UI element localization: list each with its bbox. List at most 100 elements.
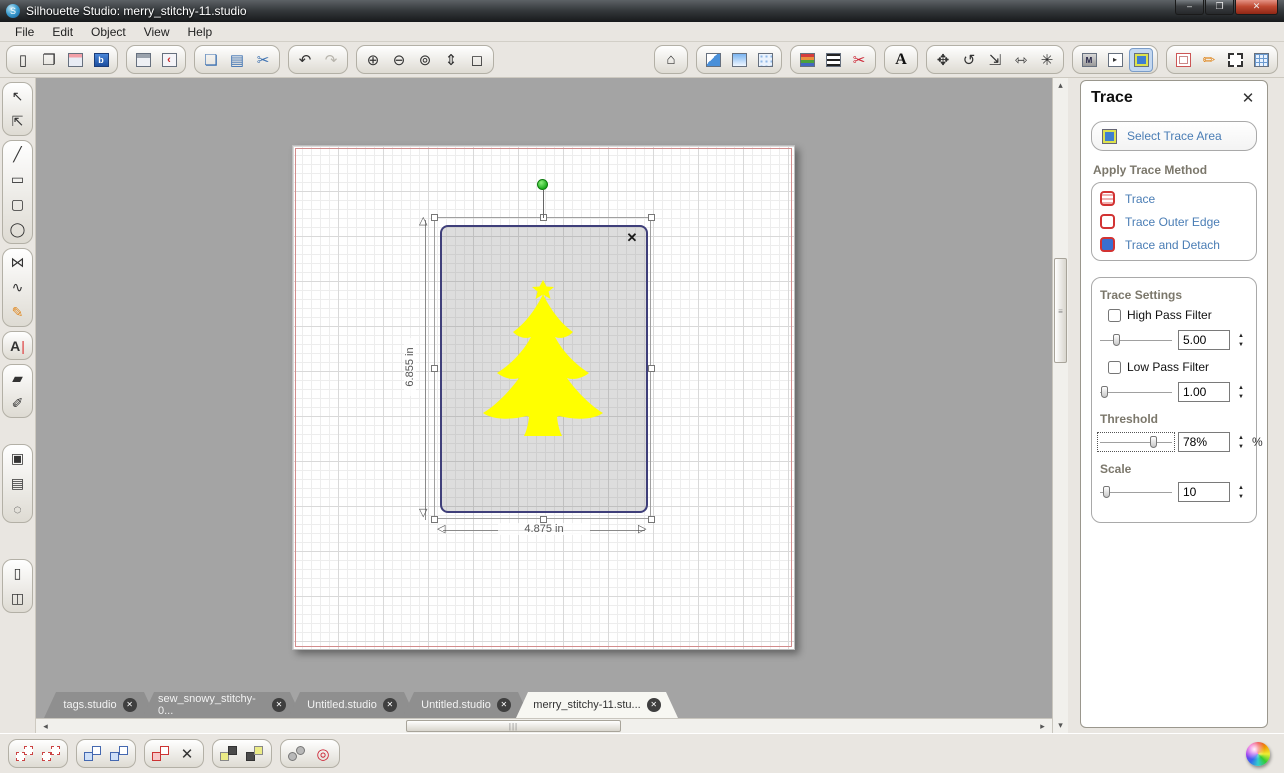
restore-button[interactable]: ❐ (1205, 0, 1234, 15)
high-pass-value-input[interactable] (1178, 330, 1230, 350)
shape-select-tool[interactable]: ▣ (5, 447, 30, 470)
menu-file[interactable]: File (6, 23, 43, 41)
scale-value-input[interactable] (1178, 482, 1230, 502)
selection-handle[interactable] (431, 365, 438, 372)
release-compound-path-button[interactable] (107, 742, 131, 766)
slider-thumb[interactable] (1103, 486, 1110, 498)
show-grid-button[interactable] (1249, 48, 1273, 72)
tab-close-icon[interactable]: ✕ (123, 698, 137, 712)
menu-view[interactable]: View (135, 23, 179, 41)
cut-button[interactable]: ✂ (251, 48, 275, 72)
selection-handle[interactable] (431, 516, 438, 523)
freehand-tool[interactable]: ✎ (5, 301, 30, 324)
cut-style-button[interactable]: ✂ (847, 48, 871, 72)
trace-area[interactable]: ✕ (440, 225, 648, 513)
ellipse-tool[interactable]: ◯ (5, 218, 30, 241)
selection-handle[interactable] (648, 214, 655, 221)
save-button[interactable] (63, 48, 87, 72)
trace-area-close-icon[interactable]: ✕ (624, 230, 640, 246)
trace-method-and-detach[interactable]: Trace and Detach (1100, 233, 1248, 256)
menu-edit[interactable]: Edit (43, 23, 82, 41)
low-pass-slider[interactable] (1100, 385, 1172, 399)
select-tool[interactable]: ↖ (5, 85, 30, 108)
open-button[interactable]: ❐ (37, 48, 61, 72)
page-view-split[interactable]: ◫ (5, 587, 30, 610)
selection-handle[interactable] (648, 516, 655, 523)
copy-button[interactable]: ❏ (199, 48, 223, 72)
high-pass-slider[interactable] (1100, 333, 1172, 347)
lasso-select-tool[interactable]: ◌ (5, 497, 30, 520)
color-wheel-icon[interactable] (1246, 742, 1270, 766)
zoom-in-button[interactable]: ⊕ (361, 48, 385, 72)
trace-method-outer-edge[interactable]: Trace Outer Edge (1100, 210, 1248, 233)
align-button[interactable]: ⇿ (1009, 48, 1033, 72)
ungroup-button[interactable] (39, 742, 63, 766)
tab-close-icon[interactable]: ✕ (383, 698, 397, 712)
bring-to-front-button[interactable] (217, 742, 241, 766)
line-tool[interactable]: ╱ (5, 143, 30, 166)
cut-border-button[interactable] (1223, 48, 1247, 72)
line-style-button[interactable] (821, 48, 845, 72)
page-settings-button[interactable]: ▸ (1103, 48, 1127, 72)
close-button[interactable]: ✕ (1235, 0, 1278, 15)
scale-button[interactable]: ⇲ (983, 48, 1007, 72)
registration-marks-button[interactable] (1171, 48, 1195, 72)
tab-sew-snowy-stitchy[interactable]: sew_snowy_stitchy-0... ✕ (142, 692, 302, 718)
spin-down-icon[interactable]: ▼ (1236, 342, 1246, 348)
make-compound-path-button[interactable] (81, 742, 105, 766)
home-button[interactable]: ⌂ (659, 48, 683, 72)
high-pass-filter-checkbox[interactable] (1108, 308, 1121, 322)
fit-to-page-button[interactable]: ◻ (465, 48, 489, 72)
tab-untitled-2[interactable]: Untitled.studio ✕ (402, 692, 530, 718)
selection-handle[interactable] (540, 516, 547, 523)
paste-button[interactable]: ▤ (225, 48, 249, 72)
curve-tool[interactable]: ∿ (5, 276, 30, 299)
zoom-out-button[interactable]: ⊖ (387, 48, 411, 72)
trace-panel-close-icon[interactable]: ✕ (1239, 89, 1257, 107)
rotation-handle[interactable] (537, 179, 548, 190)
fill-color-button[interactable] (701, 48, 725, 72)
text-tool[interactable]: A (5, 334, 30, 357)
tab-untitled-1[interactable]: Untitled.studio ✕ (288, 692, 416, 718)
scroll-down-icon[interactable]: ▾ (1053, 718, 1068, 733)
vertical-scrollbar[interactable]: ▴ ▾ ≡ (1052, 78, 1068, 733)
modify-button[interactable]: ✳ (1035, 48, 1059, 72)
notes-tool[interactable]: ▤ (5, 472, 30, 495)
eraser-tool[interactable]: ▰ (5, 367, 30, 390)
send-to-silhouette-button[interactable]: ‹ (157, 48, 181, 72)
scroll-left-icon[interactable]: ◂ (38, 719, 53, 733)
send-to-back-button[interactable] (243, 742, 267, 766)
scroll-up-icon[interactable]: ▴ (1053, 78, 1068, 93)
spin-up-icon[interactable]: ▲ (1236, 385, 1246, 391)
spin-up-icon[interactable]: ▲ (1236, 333, 1246, 339)
rotate-button[interactable]: ↺ (957, 48, 981, 72)
scale-slider[interactable] (1100, 485, 1172, 499)
slider-thumb[interactable] (1113, 334, 1120, 346)
rounded-rectangle-tool[interactable]: ▢ (5, 193, 30, 216)
new-document-button[interactable]: ▯ (11, 48, 35, 72)
horizontal-scroll-thumb[interactable]: ||| (406, 720, 621, 732)
print-button[interactable] (131, 48, 155, 72)
tab-close-icon[interactable]: ✕ (497, 698, 511, 712)
line-color-button[interactable] (795, 48, 819, 72)
tab-tags-studio[interactable]: tags.studio ✕ (44, 692, 156, 718)
selection-handle[interactable] (431, 214, 438, 221)
spin-up-icon[interactable]: ▲ (1236, 435, 1246, 441)
edit-points-tool[interactable]: ⇱ (5, 110, 30, 133)
christmas-tree-image[interactable] (480, 279, 608, 439)
selection-handle[interactable] (648, 365, 655, 372)
redo-button[interactable]: ↷ (319, 48, 343, 72)
save-to-library-button[interactable]: b (89, 48, 113, 72)
trace-method-trace[interactable]: Trace (1100, 187, 1248, 210)
select-trace-area-button[interactable]: Select Trace Area (1091, 121, 1257, 151)
group-button[interactable] (13, 742, 37, 766)
polygon-tool[interactable]: ⋈ (5, 251, 30, 274)
horizontal-scrollbar[interactable]: ◂ ▸ ||| (36, 718, 1052, 733)
page-view-single[interactable]: ▯ (5, 562, 30, 585)
spin-up-icon[interactable]: ▲ (1236, 485, 1246, 491)
undo-button[interactable]: ↶ (293, 48, 317, 72)
fill-pattern-button[interactable] (753, 48, 777, 72)
weld-button[interactable] (285, 742, 309, 766)
minimize-button[interactable]: – (1175, 0, 1204, 15)
low-pass-value-input[interactable] (1178, 382, 1230, 402)
